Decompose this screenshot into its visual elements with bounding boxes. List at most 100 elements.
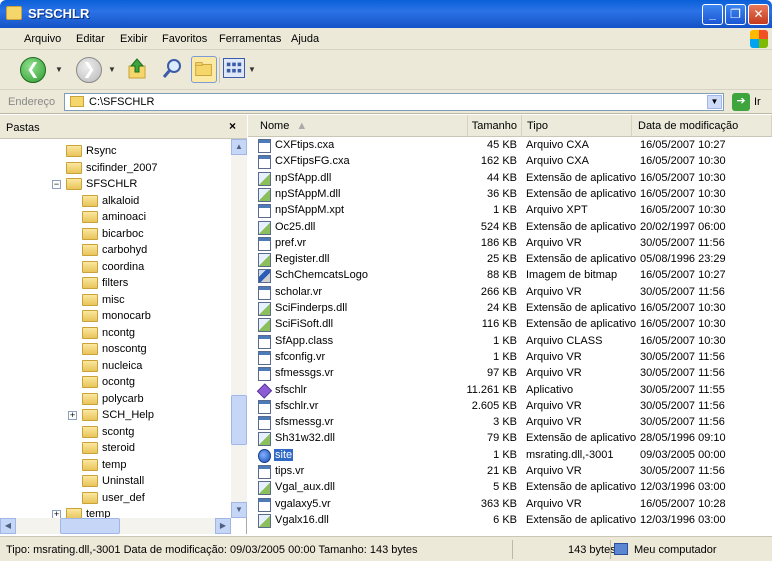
tree-item[interactable]: Rsync <box>66 143 225 159</box>
go-button[interactable]: ➔ <box>732 93 750 111</box>
column-header-size[interactable]: Tamanho <box>468 115 522 137</box>
up-folder-icon[interactable] <box>127 58 147 80</box>
file-row[interactable]: npSfAppM.dll 36 KB Extensão de aplicativo 1… <box>248 187 772 204</box>
go-label[interactable]: Ir <box>754 96 761 108</box>
column-header-type[interactable]: Tipo <box>522 115 632 137</box>
column-header-date[interactable]: Data de modificação <box>632 115 772 137</box>
scroll-thumb[interactable] <box>60 518 120 534</box>
search-icon[interactable] <box>162 58 182 80</box>
file-row[interactable]: Vgalx16.dll 6 KB Extensão de aplicativo 12/… <box>248 513 772 530</box>
file-row[interactable]: tips.vr 21 KB Arquivo VR 30/05/2007 11:56 <box>248 464 772 481</box>
file-row[interactable]: sfconfig.vr 1 KB Arquivo VR 30/05/2007 11:5… <box>248 350 772 367</box>
views-button[interactable] <box>223 58 245 78</box>
menu-editar[interactable]: Editar <box>76 33 105 45</box>
scroll-up-icon[interactable]: ▲ <box>231 139 247 155</box>
back-dropdown-icon[interactable]: ▼ <box>55 65 63 74</box>
file-row[interactable]: pref.vr 186 KB Arquivo VR 30/05/2007 11:56 <box>248 236 772 253</box>
file-row[interactable]: site 1 KB msrating.dll,-3001 09/03/2005 00:… <box>248 448 772 465</box>
file-row[interactable]: SchChemcatsLogo 88 KB Imagem de bitmap 16/0… <box>248 268 772 285</box>
file-row[interactable]: SfApp.class 1 KB Arquivo CLASS 16/05/2007 1… <box>248 334 772 351</box>
maximize-button[interactable]: ❐ <box>725 4 746 25</box>
file-row[interactable]: Sh31w32.dll 79 KB Extensão de aplicativo 28… <box>248 431 772 448</box>
file-row[interactable]: vgalaxy5.vr 363 KB Arquivo VR 16/05/2007 10… <box>248 497 772 514</box>
file-size: 186 KB <box>480 236 517 249</box>
file-row[interactable]: CXFtips.cxa 45 KB Arquivo CXA 16/05/2007 10… <box>248 138 772 155</box>
tree-item[interactable]: Uninstall <box>82 473 225 489</box>
tree-item[interactable]: bicarboc <box>82 226 225 242</box>
close-pane-button[interactable]: × <box>229 119 236 133</box>
back-button[interactable]: ❮ <box>20 57 46 83</box>
folder-icon <box>82 310 98 322</box>
file-row[interactable]: npSfApp.dll 44 KB Extensão de aplicativo 16… <box>248 171 772 188</box>
column-header-name[interactable]: Nome ▲ <box>248 115 468 137</box>
scroll-down-icon[interactable]: ▼ <box>231 502 247 518</box>
folders-button[interactable] <box>191 56 217 83</box>
tree-item[interactable]: polycarb <box>82 391 225 407</box>
forward-button[interactable]: ❯ <box>76 57 102 83</box>
file-date: 16/05/2007 10:30 <box>640 318 726 331</box>
tree-item[interactable]: ocontg <box>82 374 225 390</box>
file-row[interactable]: sfschlr.vr 2.605 KB Arquivo VR 30/05/2007 1… <box>248 399 772 416</box>
tree-item-label: SFSCHLR <box>86 178 138 190</box>
views-dropdown-icon[interactable]: ▼ <box>248 65 256 74</box>
file-row[interactable]: sfmessgs.vr 97 KB Arquivo VR 30/05/2007 11:… <box>248 366 772 383</box>
file-size: 1 KB <box>493 334 517 347</box>
scroll-thumb[interactable] <box>231 395 247 445</box>
menu-ajuda[interactable]: Ajuda <box>291 33 319 45</box>
menu-exibir[interactable]: Exibir <box>120 33 148 45</box>
file-row[interactable]: CXFtipsFG.cxa 162 KB Arquivo CXA 16/05/2007… <box>248 154 772 171</box>
tree-item[interactable]: scifinder_2007 <box>66 160 225 176</box>
tree-item[interactable]: filters <box>82 275 225 291</box>
tree-item[interactable]: user_def <box>82 490 225 506</box>
file-row[interactable]: npSfAppM.xpt 1 KB Arquivo XPT 16/05/2007 10… <box>248 203 772 220</box>
sort-ascending-icon: ▲ <box>296 120 308 132</box>
tree-item[interactable]: nucleica <box>82 358 225 374</box>
file-row[interactable]: SciFiSoft.dll 116 KB Extensão de aplicativ… <box>248 317 772 334</box>
bitmap-icon <box>258 269 271 284</box>
menu-ferramentas[interactable]: Ferramentas <box>219 33 281 45</box>
tree-item[interactable]: ncontg <box>82 325 225 341</box>
file-size: 162 KB <box>480 155 517 168</box>
expand-icon[interactable]: + <box>68 411 77 420</box>
tree-item[interactable]: scontg <box>82 424 225 440</box>
dll-icon <box>258 481 271 496</box>
tree-item[interactable]: temp <box>82 457 225 473</box>
address-dropdown-icon[interactable]: ▼ <box>707 95 722 109</box>
file-size: 116 KB <box>481 318 517 331</box>
file-row[interactable]: scholar.vr 266 KB Arquivo VR 30/05/2007 11:… <box>248 285 772 302</box>
menu-bar: Arquivo Editar Exibir Favoritos Ferramen… <box>0 28 772 50</box>
toolbar-separator <box>219 57 220 83</box>
tree-item[interactable]: steroid <box>82 440 225 456</box>
close-button[interactable]: ✕ <box>748 4 769 25</box>
menu-favoritos[interactable]: Favoritos <box>162 33 207 45</box>
file-row[interactable]: Oc25.dll 524 KB Extensão de aplicativo 20/0… <box>248 220 772 237</box>
tree-item[interactable]: alkaloid <box>82 193 225 209</box>
tree-item[interactable]: noscontg <box>82 341 225 357</box>
tree-item[interactable]: monocarb <box>82 308 225 324</box>
file-row[interactable]: sfschlr 11.261 KB Aplicativo 30/05/2007 11:… <box>248 382 772 400</box>
folders-vertical-scrollbar[interactable]: ▲ ▼ <box>231 139 247 518</box>
tree-item[interactable]: carbohyd <box>82 242 225 258</box>
file-row[interactable]: sfsmessg.vr 3 KB Arquivo VR 30/05/2007 11:5… <box>248 415 772 432</box>
file-row[interactable]: Register.dll 25 KB Extensão de aplicativo 0… <box>248 252 772 269</box>
file-row[interactable]: SciFinderps.dll 24 KB Extensão de aplicati… <box>248 301 772 318</box>
tree-item[interactable]: + SCH_Help <box>68 407 225 423</box>
address-input[interactable]: C:\SFSCHLR ▼ <box>64 93 724 111</box>
tree-item[interactable]: − SFSCHLR <box>52 176 225 192</box>
file-row[interactable]: Vgal_aux.dll 5 KB Extensão de aplicativo 12… <box>248 480 772 497</box>
menu-arquivo[interactable]: Arquivo <box>24 33 61 45</box>
tree-item[interactable]: aminoaci <box>82 209 225 225</box>
file-date: 28/05/1996 09:10 <box>640 432 726 445</box>
scroll-left-icon[interactable]: ◀ <box>0 518 16 534</box>
minimize-button[interactable]: _ <box>702 4 723 25</box>
tree-item[interactable]: misc <box>82 292 225 308</box>
folder-icon <box>82 442 98 454</box>
collapse-icon[interactable]: − <box>52 180 61 189</box>
folder-icon <box>82 244 98 256</box>
tree-item[interactable]: coordina <box>82 259 225 275</box>
dll-icon <box>258 432 271 447</box>
folders-horizontal-scrollbar[interactable]: ◀ ▶ <box>0 518 231 534</box>
folder-icon <box>82 343 98 355</box>
forward-dropdown-icon[interactable]: ▼ <box>108 65 116 74</box>
scroll-right-icon[interactable]: ▶ <box>215 518 231 534</box>
